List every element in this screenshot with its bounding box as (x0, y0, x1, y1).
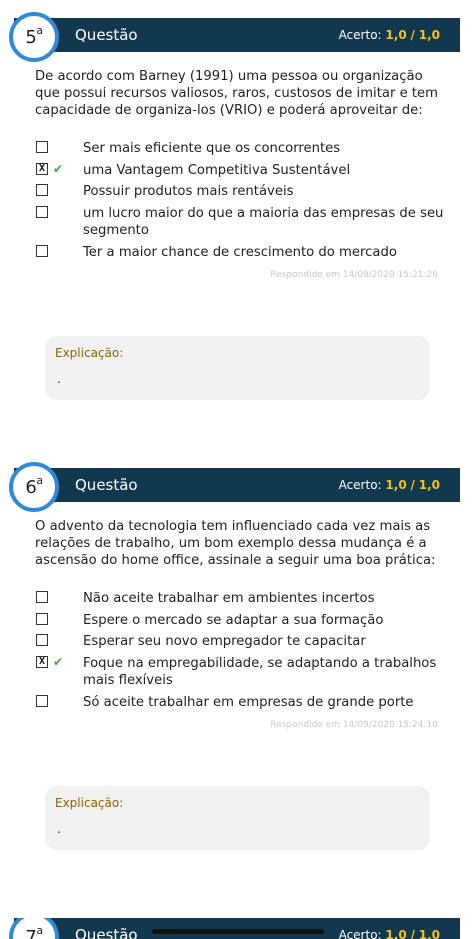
question-header-bar: Questão Acerto: 1,0 / 1,0 (14, 18, 460, 52)
option-checkbox[interactable] (36, 141, 48, 153)
option-checkbox[interactable] (36, 206, 48, 218)
question-6: Questão Acerto: 1,0 / 1,0 6a O advento d… (0, 462, 474, 858)
option-label: Espere o mercado se adaptar a sua formaç… (83, 613, 384, 628)
score-value: 1,0 (385, 28, 407, 42)
question-number: 7 (25, 927, 37, 939)
question-title: Questão (75, 926, 138, 939)
option-checkbox[interactable]: X (36, 163, 48, 175)
question-ordinal: a (36, 474, 43, 487)
option-checkbox[interactable] (36, 695, 48, 707)
option-label: Ter a maior chance de crescimento do mer… (83, 245, 397, 260)
option-label: um lucro maior do que a maioria das empr… (83, 206, 444, 238)
option-label: Foque na empregabilidade, se adaptando a… (83, 656, 437, 688)
question-text: O advento da tecnologia tem influenciado… (35, 519, 436, 568)
question-score: Acerto: 1,0 / 1,0 (339, 928, 440, 939)
home-indicator[interactable] (152, 929, 324, 934)
question-number-badge: 6a (9, 462, 59, 512)
score-value: 1,0 (385, 928, 407, 939)
question-ordinal: a (36, 24, 43, 37)
score-label: Acerto: (338, 928, 382, 939)
score-label: Acerto: (338, 478, 382, 492)
question-number-badge: 5a (9, 12, 59, 62)
score-max: 1,0 (418, 928, 440, 939)
option-label: Esperar seu novo empregador te capacitar (83, 634, 366, 649)
option-checkbox[interactable]: X (36, 656, 48, 668)
option-label: Possuir produtos mais rentáveis (83, 184, 294, 199)
answered-timestamp: Respondido em 14/09/2020 15:24:10 (270, 720, 438, 730)
question-score: Acerto: 1,0 / 1,0 (339, 478, 440, 492)
score-separator: / (410, 928, 415, 939)
score-max: 1,0 (418, 478, 440, 492)
score-label: Acerto: (338, 28, 382, 42)
question-header: Questão Acerto: 1,0 / 1,0 6a (0, 462, 474, 518)
option-label: Ser mais eficiente que os concorrentes (83, 141, 341, 156)
option-label: Só aceite trabalhar em empresas de grand… (83, 695, 414, 710)
option-label: uma Vantagem Competitiva Sustentável (83, 163, 351, 178)
score-max: 1,0 (418, 28, 440, 42)
question-number-badge: 7a (9, 918, 59, 939)
option-checkbox[interactable] (36, 245, 48, 257)
option-label: Não aceite trabalhar em ambientes incert… (83, 591, 375, 606)
option-checkbox[interactable] (36, 613, 48, 625)
question-number: 6 (25, 477, 37, 498)
question-number: 5 (25, 27, 37, 48)
question-ordinal: a (36, 924, 43, 937)
question-title: Questão (75, 26, 138, 44)
option-checkbox[interactable] (36, 591, 48, 603)
answered-timestamp: Respondido em 14/09/2020 15:21:26 (270, 270, 438, 280)
explanation-title: Explicação: (55, 346, 124, 360)
explanation-title: Explicação: (55, 796, 124, 810)
question-score: Acerto: 1,0 / 1,0 (339, 28, 440, 42)
question-title: Questão (75, 476, 138, 494)
score-separator: / (410, 478, 415, 492)
score-value: 1,0 (385, 478, 407, 492)
option-checkbox[interactable] (36, 634, 48, 646)
explanation-box: Explicação: . (45, 786, 430, 850)
option-checkbox[interactable] (36, 184, 48, 196)
correct-check-icon: ✔ (53, 162, 64, 176)
question-header: Questão Acerto: 1,0 / 1,0 5a (0, 12, 474, 68)
explanation-body: . (57, 372, 61, 386)
question-5: Questão Acerto: 1,0 / 1,0 5a De acordo c… (0, 12, 474, 408)
question-header-bar: Questão Acerto: 1,0 / 1,0 (14, 468, 460, 502)
explanation-box: Explicação: . (45, 336, 430, 400)
question-text: De acordo com Barney (1991) uma pessoa o… (35, 69, 439, 118)
correct-check-icon: ✔ (53, 655, 64, 669)
score-separator: / (410, 28, 415, 42)
explanation-body: . (57, 822, 61, 836)
